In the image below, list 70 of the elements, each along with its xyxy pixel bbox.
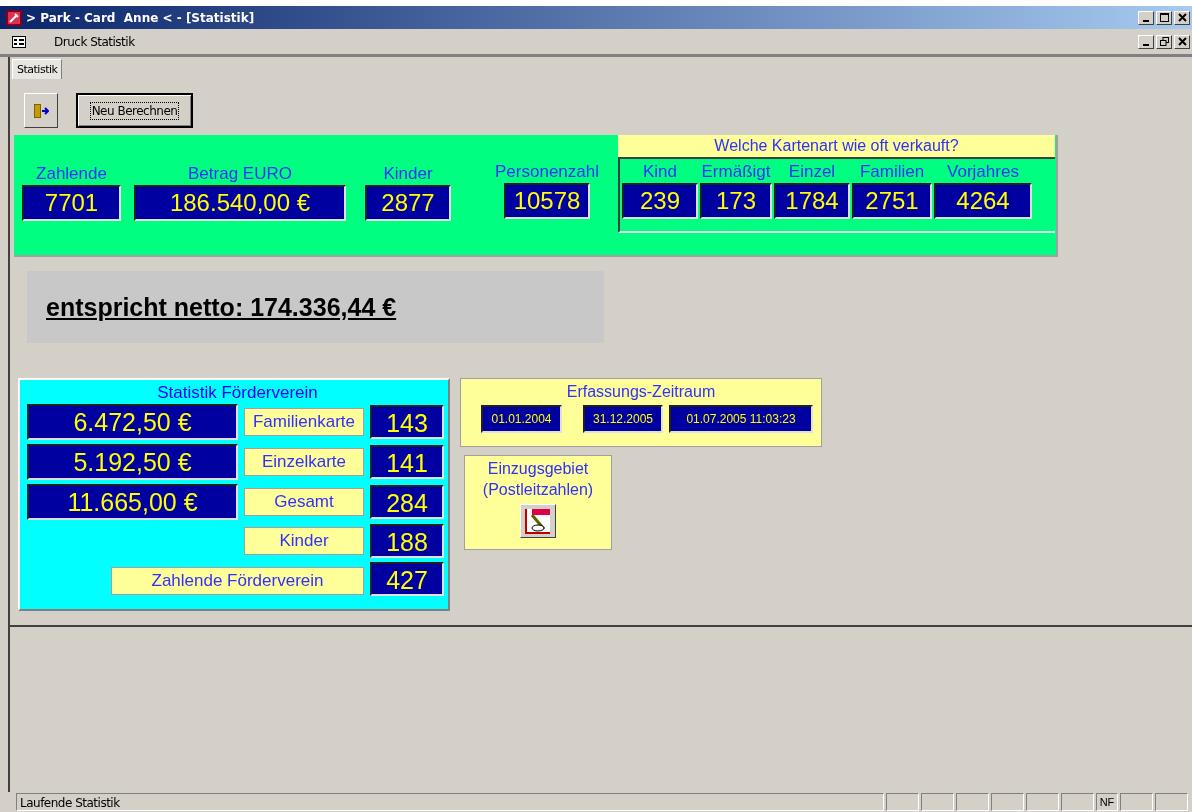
timestamp-field: 01.07.2005 11:03:23 [669,405,813,433]
field-label: Einzelkarte [244,448,364,476]
status-panel [1026,793,1059,811]
panel-title: Statistik Förderverein [156,382,319,404]
minimize-button[interactable] [1138,34,1154,49]
field-label: Zahlende [36,163,107,185]
field-label: Vorjahres [947,161,1019,183]
minimize-button[interactable] [1138,10,1154,25]
status-panel [1120,793,1153,811]
status-panel [991,793,1024,811]
status-panel [956,793,989,811]
recalculate-button[interactable]: Neu Berechnen [76,93,193,128]
field-label: Einzel [788,161,836,183]
field-label: Familien [859,161,925,183]
tab[interactable]: Statistik [12,59,63,79]
maximize-button[interactable] [1156,10,1172,25]
door-icon [33,102,49,119]
value-field: 173 [700,183,772,219]
field-label: Ermäßigt [701,161,771,183]
count-field: 284 [370,485,444,519]
status-panel [921,793,954,811]
menu-item[interactable]: Druck Statistik [54,34,135,49]
value-field: 239 [622,183,698,219]
amount-field: 11.665,00 € [27,484,238,520]
region-label: Einzugsgebiet (Postleitzahlen) [481,459,595,500]
field-label: Kind [643,161,677,183]
field-label: Gesamt [244,488,364,516]
count-field: 141 [370,445,444,479]
report-button[interactable] [520,504,556,538]
field-label: Kinder [244,527,364,555]
status-panel [1061,793,1094,811]
restore-button[interactable] [1156,34,1172,49]
document-pen-icon [524,507,552,535]
date-field: 31.12.2005 [583,405,663,433]
close-button[interactable] [1174,10,1190,25]
exit-button[interactable] [24,93,58,128]
value-field: 186.540,00 € [134,185,346,221]
value-field: 7701 [22,185,121,221]
field-label: Familienkarte [244,408,364,436]
count-field: 188 [370,524,444,558]
value-field: 1784 [774,183,850,219]
amount-field: 6.472,50 € [27,404,238,440]
window-title: > Park - Card Anne < - [Statistik] [26,10,255,25]
value-field: 10578 [504,183,590,219]
value-field: 2877 [365,185,451,221]
field-label: Kinder [383,163,433,185]
field-label: Betrag EURO [188,163,292,185]
value-field: 4264 [934,183,1032,219]
status-panel [886,793,919,811]
panel-title: Erfassungs-Zeitraum [565,382,717,402]
status-text: Laufende Statistik [16,793,884,811]
form-icon[interactable] [12,35,26,48]
date-field: 01.01.2004 [481,405,562,433]
close-icon [1177,13,1187,22]
net-amount-text: entspricht netto: 174.336,44 € [46,292,397,322]
close-button[interactable] [1174,34,1190,49]
field-label: Personenzahl [495,161,599,183]
minimize-icon [1143,19,1149,22]
close-icon [1177,37,1187,46]
status-panel [1155,793,1188,811]
minimize-icon [1143,43,1149,46]
status-indicator: NF [1096,793,1118,811]
amount-field: 5.192,50 € [27,444,238,480]
maximize-icon [1159,13,1169,22]
field-label: Zahlende Förderverein [111,567,364,595]
restore-icon [1159,37,1169,46]
count-field: 143 [370,405,444,439]
value-field: 2751 [852,183,932,219]
section-header: Welche Kartenart wie oft verkauft? [618,135,1055,157]
count-field: 427 [370,562,444,596]
